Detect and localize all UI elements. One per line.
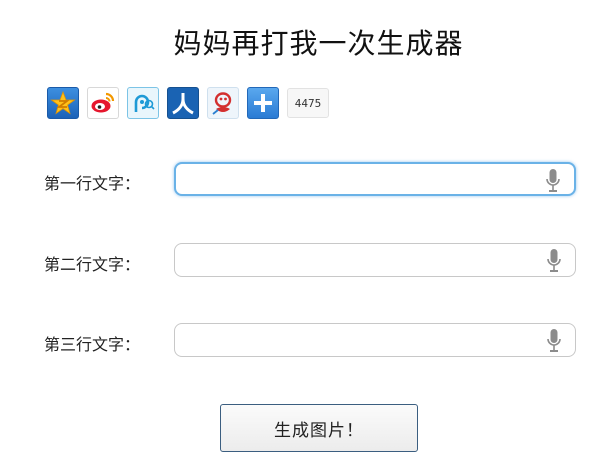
- line3-field[interactable]: [174, 323, 576, 357]
- tencent-friend-icon[interactable]: [207, 87, 239, 119]
- renren-icon[interactable]: [167, 87, 199, 119]
- line1-label: 第一行文字：: [44, 174, 141, 193]
- line3-input[interactable]: [183, 328, 527, 354]
- generate-image-button[interactable]: 生成图片！: [220, 404, 418, 452]
- line2-input[interactable]: [183, 248, 527, 274]
- line1-input[interactable]: [184, 168, 528, 194]
- line1-field[interactable]: [174, 162, 576, 196]
- weibo-icon[interactable]: [87, 87, 119, 119]
- line2-row: 第二行文字：: [0, 243, 601, 279]
- line1-row: 第一行文字：: [0, 162, 601, 198]
- page-title: 妈妈再打我一次生成器: [173, 27, 464, 60]
- line3-row: 第三行文字：: [0, 323, 601, 359]
- qzone-icon[interactable]: [47, 87, 79, 119]
- line2-field[interactable]: [174, 243, 576, 277]
- page: 妈妈再打我一次生成器 4475 第一行文字： 第二行文字： 第三行文字： 生成图…: [0, 0, 601, 467]
- microphone-icon[interactable]: [546, 169, 560, 193]
- line3-label: 第三行文字：: [44, 335, 141, 354]
- share-count[interactable]: 4475: [287, 88, 329, 118]
- more-share-icon[interactable]: [247, 87, 279, 119]
- tencent-weibo-icon[interactable]: [127, 87, 159, 119]
- microphone-icon[interactable]: [547, 249, 561, 273]
- share-bar: 4475: [47, 87, 329, 119]
- microphone-icon[interactable]: [547, 329, 561, 353]
- line2-label: 第二行文字：: [44, 255, 141, 274]
